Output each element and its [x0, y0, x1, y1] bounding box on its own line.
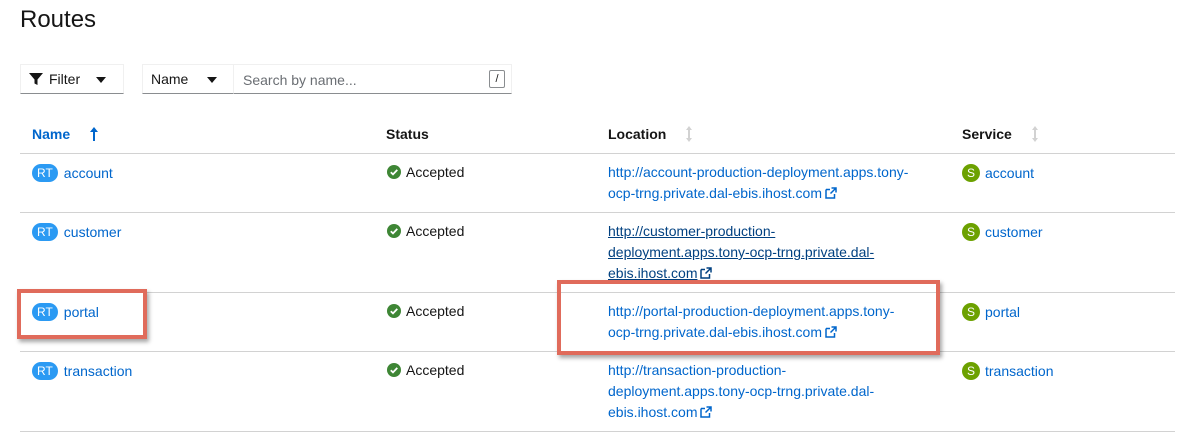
filter-dropdown[interactable]: Filter: [20, 64, 124, 94]
search-input[interactable]: [241, 66, 485, 94]
service-badge: S: [962, 303, 980, 321]
table-row-name: RT account: [32, 164, 113, 182]
route-link[interactable]: account: [64, 165, 113, 181]
external-link-icon: [825, 187, 837, 199]
route-badge: RT: [32, 362, 58, 380]
location-link[interactable]: http://account-production-deployment.app…: [608, 164, 908, 201]
service-badge: S: [962, 223, 980, 241]
row-divider: [20, 212, 1175, 213]
check-circle-icon: [387, 363, 401, 377]
attribute-select[interactable]: Name: [142, 64, 234, 94]
service-cell: Sportal: [962, 303, 1020, 321]
column-header-name[interactable]: Name: [32, 126, 70, 142]
column-header-service[interactable]: Service: [962, 126, 1012, 142]
service-badge: S: [962, 164, 980, 182]
keyboard-shortcut-hint: /: [489, 70, 505, 88]
location-link[interactable]: http://transaction-production-deployment…: [608, 362, 874, 420]
search-box: /: [233, 64, 512, 94]
route-link[interactable]: transaction: [64, 363, 132, 379]
status-cell: Accepted: [387, 164, 464, 180]
service-link[interactable]: customer: [985, 224, 1043, 240]
filter-label: Filter: [49, 71, 81, 87]
external-link-icon: [700, 406, 713, 418]
service-cell: Saccount: [962, 164, 1034, 182]
location-cell: http://customer-production-deployment.ap…: [608, 221, 938, 284]
status-text: Accepted: [406, 362, 465, 378]
status-text: Accepted: [406, 223, 465, 239]
attribute-label: Name: [151, 71, 189, 87]
table-row-name: RT customer: [32, 223, 121, 241]
sort-ascending-icon[interactable]: [89, 127, 99, 141]
column-header-location[interactable]: Location: [608, 126, 666, 142]
status-text: Accepted: [406, 164, 465, 180]
service-link[interactable]: portal: [985, 304, 1020, 320]
check-circle-icon: [387, 304, 401, 318]
status-cell: Accepted: [387, 223, 464, 239]
location-cell: http://account-production-deployment.app…: [608, 162, 938, 204]
table-row-name: RT transaction: [32, 362, 132, 380]
service-link[interactable]: account: [985, 165, 1034, 181]
status-text: Accepted: [406, 303, 465, 319]
service-link[interactable]: transaction: [985, 363, 1053, 379]
sort-icon[interactable]: [1030, 126, 1040, 142]
row-divider: [20, 431, 1175, 432]
route-link[interactable]: customer: [64, 224, 122, 240]
header-divider: [20, 153, 1175, 154]
status-cell: Accepted: [387, 303, 464, 319]
sort-icon[interactable]: [684, 126, 694, 142]
check-circle-icon: [387, 165, 401, 179]
caret-down-icon: [207, 77, 217, 83]
service-cell: Stransaction: [962, 362, 1053, 380]
service-badge: S: [962, 362, 980, 380]
highlight-box-portal-location: [557, 280, 940, 355]
location-link[interactable]: http://customer-production-deployment.ap…: [608, 223, 874, 281]
column-header-status[interactable]: Status: [386, 126, 429, 142]
route-badge: RT: [32, 164, 58, 182]
status-cell: Accepted: [387, 362, 464, 378]
highlight-box-portal-name: [17, 289, 147, 339]
caret-down-icon: [96, 77, 106, 83]
page-title: Routes: [20, 6, 97, 33]
location-cell: http://transaction-production-deployment…: [608, 360, 938, 423]
service-cell: Scustomer: [962, 223, 1043, 241]
filter-icon: [29, 73, 43, 85]
check-circle-icon: [387, 224, 401, 238]
route-badge: RT: [32, 223, 58, 241]
external-link-icon: [700, 267, 713, 279]
